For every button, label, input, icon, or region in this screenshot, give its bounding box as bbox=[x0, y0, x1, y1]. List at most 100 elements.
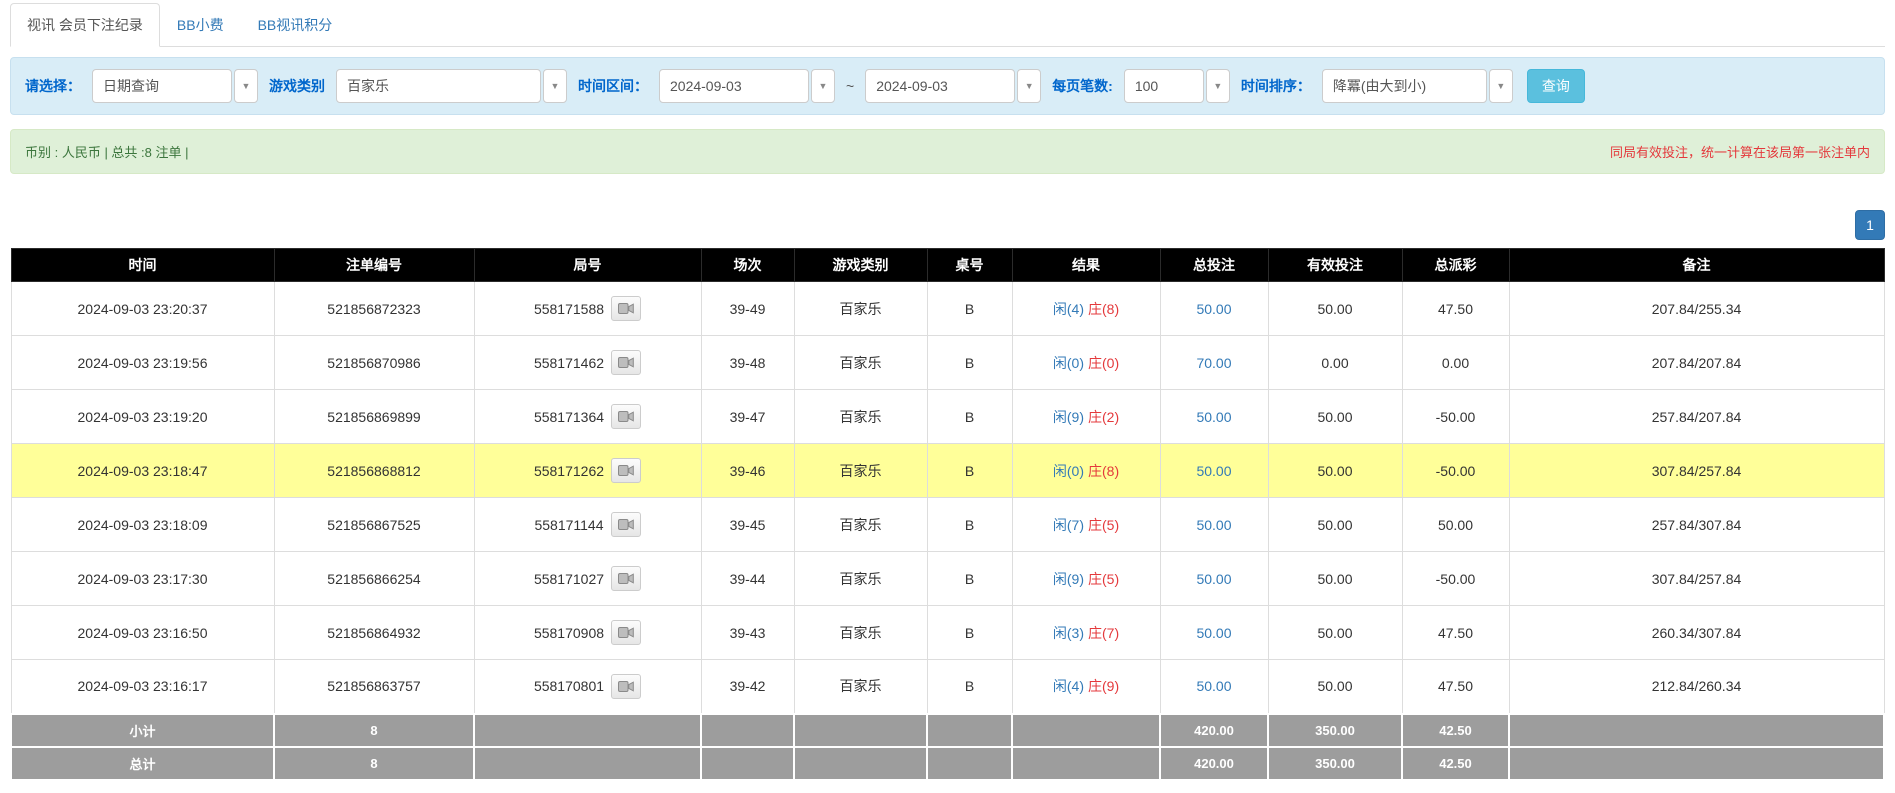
cell-result: 闲(4)庄(9) bbox=[1012, 660, 1160, 714]
replay-video-button[interactable] bbox=[611, 458, 641, 483]
col-game-type: 游戏类别 bbox=[794, 249, 927, 282]
currency-total-text: 币别 : 人民币 | 总共 :8 注单 | bbox=[25, 142, 189, 161]
result-banker: 庄(5) bbox=[1088, 517, 1119, 533]
cell-game: 百家乐 bbox=[794, 660, 927, 714]
page-size-value[interactable]: 100 bbox=[1124, 69, 1204, 103]
tab-bb-tips[interactable]: BB小费 bbox=[160, 3, 241, 47]
table-row: 2024-09-03 23:17:30 521856866254 5581710… bbox=[11, 552, 1884, 606]
cell-bet-id: 521856870986 bbox=[274, 336, 474, 390]
col-total-bet: 总投注 bbox=[1160, 249, 1268, 282]
col-round: 局号 bbox=[474, 249, 701, 282]
col-note: 备注 bbox=[1509, 249, 1884, 282]
cell-session: 39-48 bbox=[701, 336, 794, 390]
chevron-down-icon[interactable]: ▼ bbox=[1017, 69, 1041, 103]
subtotal-payout: 42.50 bbox=[1402, 714, 1509, 747]
total-bet-link[interactable]: 50.00 bbox=[1196, 409, 1231, 425]
table-header-row: 时间 注单编号 局号 场次 游戏类别 桌号 结果 总投注 有效投注 总派彩 备注 bbox=[11, 249, 1884, 282]
pagination: 1 bbox=[10, 210, 1885, 240]
total-bet-link[interactable]: 50.00 bbox=[1196, 463, 1231, 479]
cell-total-bet: 50.00 bbox=[1160, 390, 1268, 444]
game-type-combobox: 百家乐 ▼ bbox=[336, 69, 567, 103]
video-replay-icon bbox=[618, 572, 634, 585]
cell-result: 闲(0)庄(8) bbox=[1012, 444, 1160, 498]
cell-session: 39-49 bbox=[701, 282, 794, 336]
cell-game: 百家乐 bbox=[794, 390, 927, 444]
total-bet-link[interactable]: 70.00 bbox=[1196, 355, 1231, 371]
date-type-value[interactable]: 日期查询 bbox=[92, 69, 232, 103]
chevron-down-icon[interactable]: ▼ bbox=[1489, 69, 1513, 103]
tab-bb-video-points[interactable]: BB视讯积分 bbox=[241, 3, 350, 47]
result-player: 闲(0) bbox=[1053, 463, 1084, 479]
date-type-label: 请选择： bbox=[25, 76, 81, 96]
result-banker: 庄(7) bbox=[1088, 625, 1119, 641]
replay-video-button[interactable] bbox=[611, 674, 641, 699]
cell-table-no: B bbox=[927, 444, 1012, 498]
subtotal-valid-bet: 350.00 bbox=[1268, 714, 1402, 747]
total-bet-link[interactable]: 50.00 bbox=[1196, 517, 1231, 533]
cell-round: 558171144 bbox=[474, 498, 701, 552]
cell-result: 闲(9)庄(5) bbox=[1012, 552, 1160, 606]
cell-valid-bet: 50.00 bbox=[1268, 552, 1402, 606]
chevron-down-icon[interactable]: ▼ bbox=[811, 69, 835, 103]
result-banker: 庄(8) bbox=[1088, 301, 1119, 317]
replay-video-button[interactable] bbox=[611, 512, 641, 537]
cell-payout: 47.50 bbox=[1402, 282, 1509, 336]
replay-video-button[interactable] bbox=[611, 350, 641, 375]
cell-time: 2024-09-03 23:19:20 bbox=[11, 390, 274, 444]
date-to-value[interactable]: 2024-09-03 bbox=[865, 69, 1015, 103]
cell-session: 39-45 bbox=[701, 498, 794, 552]
total-count: 8 bbox=[274, 747, 474, 780]
cell-table-no: B bbox=[927, 282, 1012, 336]
total-bet-link[interactable]: 50.00 bbox=[1196, 625, 1231, 641]
cell-bet-id: 521856872323 bbox=[274, 282, 474, 336]
cell-valid-bet: 50.00 bbox=[1268, 498, 1402, 552]
cell-time: 2024-09-03 23:18:09 bbox=[11, 498, 274, 552]
date-from-value[interactable]: 2024-09-03 bbox=[659, 69, 809, 103]
page-button-1[interactable]: 1 bbox=[1855, 210, 1885, 240]
cell-round: 558170908 bbox=[474, 606, 701, 660]
cell-game: 百家乐 bbox=[794, 444, 927, 498]
video-replay-icon bbox=[618, 464, 634, 477]
video-replay-icon bbox=[618, 410, 634, 423]
replay-video-button[interactable] bbox=[611, 620, 641, 645]
total-empty-cell bbox=[1509, 747, 1884, 780]
cell-total-bet: 50.00 bbox=[1160, 606, 1268, 660]
result-player: 闲(3) bbox=[1053, 625, 1084, 641]
game-type-label: 游戏类别 bbox=[269, 76, 325, 96]
cell-time: 2024-09-03 23:16:17 bbox=[11, 660, 274, 714]
video-replay-icon bbox=[618, 680, 634, 693]
table-body: 2024-09-03 23:20:37 521856872323 5581715… bbox=[11, 282, 1884, 714]
tab-video-bet-records[interactable]: 视讯 会员下注纪录 bbox=[10, 3, 160, 47]
cell-table-no: B bbox=[927, 660, 1012, 714]
total-label: 总计 bbox=[11, 747, 274, 780]
col-payout: 总派彩 bbox=[1402, 249, 1509, 282]
sort-value[interactable]: 降冪(由大到小) bbox=[1322, 69, 1487, 103]
total-bet-link[interactable]: 50.00 bbox=[1196, 301, 1231, 317]
cell-valid-bet: 50.00 bbox=[1268, 606, 1402, 660]
round-number: 558171462 bbox=[534, 355, 604, 371]
replay-video-button[interactable] bbox=[611, 296, 641, 321]
table-row: 2024-09-03 23:20:37 521856872323 5581715… bbox=[11, 282, 1884, 336]
chevron-down-icon[interactable]: ▼ bbox=[1206, 69, 1230, 103]
table-row: 2024-09-03 23:16:50 521856864932 5581709… bbox=[11, 606, 1884, 660]
chevron-down-icon[interactable]: ▼ bbox=[234, 69, 258, 103]
video-replay-icon bbox=[618, 626, 634, 639]
table-row: 2024-09-03 23:18:47 521856868812 5581712… bbox=[11, 444, 1884, 498]
total-bet-link[interactable]: 50.00 bbox=[1196, 678, 1231, 694]
result-player: 闲(4) bbox=[1053, 678, 1084, 694]
chevron-down-icon[interactable]: ▼ bbox=[543, 69, 567, 103]
replay-video-button[interactable] bbox=[611, 404, 641, 429]
subtotal-row: 小计 8 420.00 350.00 42.50 bbox=[11, 714, 1884, 747]
cell-result: 闲(4)庄(8) bbox=[1012, 282, 1160, 336]
replay-video-button[interactable] bbox=[611, 566, 641, 591]
total-total-bet: 420.00 bbox=[1160, 747, 1268, 780]
game-type-value[interactable]: 百家乐 bbox=[336, 69, 541, 103]
cell-game: 百家乐 bbox=[794, 282, 927, 336]
round-number: 558171588 bbox=[534, 301, 604, 317]
cell-result: 闲(0)庄(0) bbox=[1012, 336, 1160, 390]
total-valid-bet: 350.00 bbox=[1268, 747, 1402, 780]
result-player: 闲(0) bbox=[1053, 355, 1084, 371]
total-bet-link[interactable]: 50.00 bbox=[1196, 571, 1231, 587]
search-button[interactable]: 查询 bbox=[1527, 69, 1585, 103]
result-player: 闲(4) bbox=[1053, 301, 1084, 317]
